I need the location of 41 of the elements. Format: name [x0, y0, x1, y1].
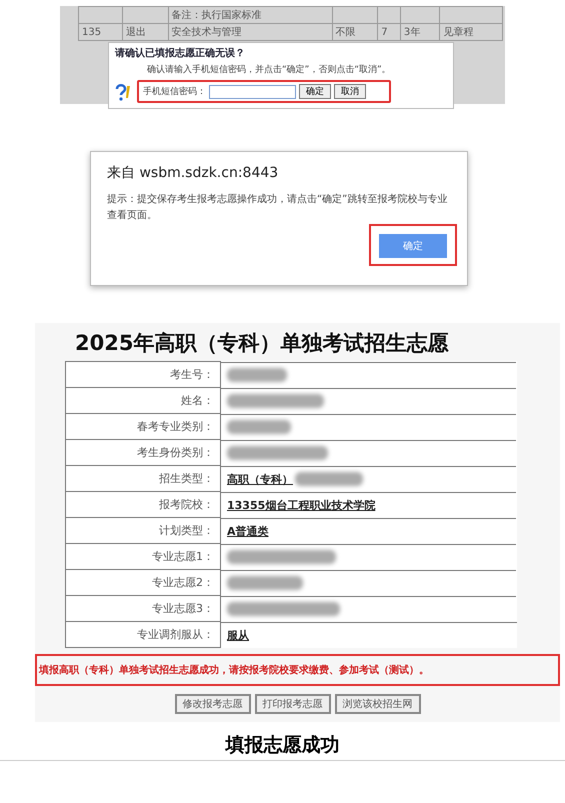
- table-cell: 3年: [404, 27, 420, 38]
- blurred-value: [295, 472, 363, 486]
- dialog-message: 确认请输入手机短信密码，并点击“确定”，否则点击“取消”。: [147, 64, 391, 76]
- field-label: 考生身份类别：: [137, 446, 214, 459]
- table-cell: 7: [381, 26, 388, 38]
- success-notice: 填报高职（专科）单独考试招生志愿成功，请按报考院校要求缴费、参加考试（测试）。: [35, 654, 560, 686]
- question-icon: [115, 83, 133, 103]
- field-value: 13355烟台工程职业技术学院: [227, 498, 376, 512]
- field-label: 计划类型：: [159, 524, 214, 537]
- dialog-title: 来自 wsbm.sdzk.cn:8443: [107, 164, 280, 182]
- table-cell: 备注：执行国家标准: [172, 10, 262, 21]
- field-label: 专业志愿2：: [152, 576, 214, 589]
- field-value: 服从: [227, 628, 249, 642]
- dialog-button[interactable]: 确定: [299, 84, 331, 99]
- action-button[interactable]: 打印报考志愿: [254, 694, 330, 714]
- field-label: 手机短信密码：: [143, 86, 206, 98]
- table-cell: 退出: [126, 27, 146, 38]
- field-label: 专业志愿1：: [152, 550, 214, 563]
- field-label: 招生类型：: [159, 472, 214, 485]
- action-button[interactable]: 修改报考志愿: [174, 694, 250, 714]
- caption: 填报志愿成功: [0, 732, 565, 761]
- action-button[interactable]: 浏览该校招生网: [334, 694, 420, 714]
- table-cell: 安全技术与管理: [172, 27, 242, 38]
- dialog-button[interactable]: 取消: [334, 84, 366, 99]
- field-label: 专业志愿3：: [152, 602, 214, 615]
- field-label: 专业调剂服从：: [137, 628, 214, 641]
- field-label: 姓名：: [181, 394, 214, 407]
- table-cell: 不限: [336, 27, 356, 38]
- blurred-value: [227, 368, 287, 382]
- dialog-title: 请确认已填报志愿正确无误？: [115, 46, 246, 60]
- table-cell: 见章程: [443, 27, 474, 38]
- field-label: 报考院校：: [159, 498, 214, 511]
- field-value: A普通类: [227, 524, 269, 538]
- page-title: 2025年高职（专科）单独考试招生志愿: [74, 330, 450, 357]
- table-cell: 135: [82, 26, 102, 38]
- field-value: 高职（专科）: [227, 472, 293, 486]
- sms-code-field[interactable]: [209, 84, 296, 98]
- field-label: 考生号：: [170, 368, 214, 381]
- dialog-message: 提示：提交保存考生报考志愿操作成功，请点击“确定”跳转至报考院校与专业查看页面。: [107, 192, 448, 223]
- blurred-value: [227, 420, 291, 434]
- field-label: 春考专业类别：: [137, 420, 214, 433]
